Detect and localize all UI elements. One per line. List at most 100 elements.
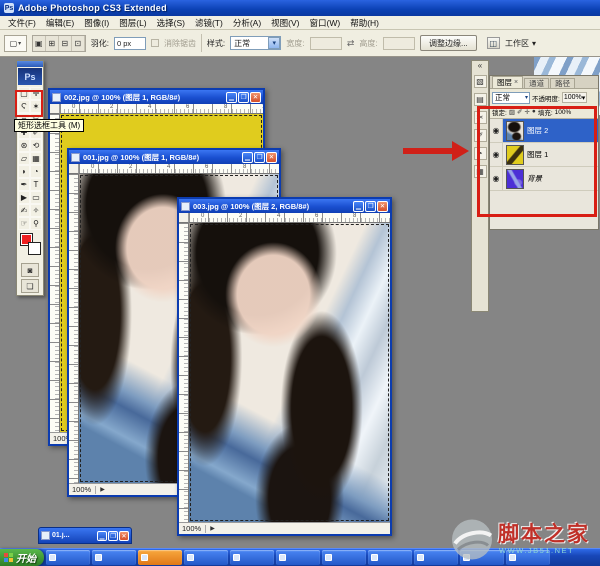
feather-input[interactable]: 0 px	[114, 37, 146, 50]
task-button[interactable]	[46, 550, 90, 565]
antialias-checkbox[interactable]	[151, 39, 159, 47]
task-button[interactable]	[276, 550, 320, 565]
selection-mode-button[interactable]: ⊞	[46, 36, 59, 51]
tool-button[interactable]: T	[30, 178, 42, 191]
refine-edge-button[interactable]: 调整边缘...	[420, 35, 477, 51]
tool-button[interactable]: ▱	[18, 152, 30, 165]
tool-icon: ▭	[32, 193, 40, 202]
minimize-icon[interactable]: ▁	[226, 92, 237, 103]
zoom-level[interactable]: 100%	[72, 485, 91, 494]
tool-button[interactable]: ⟲	[30, 139, 42, 152]
task-button[interactable]	[92, 550, 136, 565]
document-titlebar[interactable]: 001.jpg @ 100% (图层 1, RGB/8#) ▁ ❐ ✕	[69, 150, 279, 164]
menu-item[interactable]: 图像(I)	[79, 17, 114, 29]
close-icon[interactable]: ✕	[266, 152, 277, 163]
close-icon[interactable]: ✕	[250, 92, 261, 103]
photo-image[interactable]	[189, 223, 390, 522]
quick-mask-button[interactable]: ◙	[21, 263, 39, 277]
tool-button[interactable]: ⊛	[18, 139, 30, 152]
document-icon	[71, 153, 80, 162]
style-select[interactable]: 正常 ▾	[230, 36, 281, 50]
tool-button[interactable]: ⚲	[30, 217, 42, 230]
document-title: 003.jpg @ 100% (图层 2, RGB/8#)	[193, 201, 350, 212]
restore-icon[interactable]: ❐	[238, 92, 249, 103]
task-button[interactable]	[322, 550, 366, 565]
restore-icon[interactable]: ❐	[254, 152, 265, 163]
close-icon[interactable]: ✕	[377, 201, 388, 212]
restore-icon[interactable]: ❐	[365, 201, 376, 212]
menu-item[interactable]: 分析(A)	[228, 17, 266, 29]
task-button[interactable]	[230, 550, 274, 565]
task-button[interactable]	[184, 550, 228, 565]
minimize-icon[interactable]: ▁	[353, 201, 364, 212]
background-color-swatch[interactable]	[28, 242, 41, 255]
document-titlebar[interactable]: 003.jpg @ 100% (图层 2, RGB/8#) ▁ ❐ ✕	[179, 199, 390, 213]
status-menu-icon[interactable]: ▶	[210, 525, 215, 532]
selection-mode-icon: ▣	[35, 39, 43, 48]
blend-mode-select[interactable]: 正常 ▾	[492, 92, 530, 104]
menu-item[interactable]: 图层(L)	[114, 17, 151, 29]
horizontal-ruler: 0246810	[69, 164, 279, 174]
tool-icon: ▱	[21, 154, 27, 163]
chevron-down-icon[interactable]: ▾	[268, 37, 280, 49]
canvas[interactable]	[189, 223, 390, 522]
minimized-document[interactable]: 01.j... ▁ ❐ ✕	[38, 527, 132, 544]
menu-item[interactable]: 窗口(W)	[305, 17, 346, 29]
task-button[interactable]	[138, 550, 182, 565]
task-icon	[95, 554, 102, 561]
minimize-icon[interactable]: ▁	[242, 152, 253, 163]
collapse-dock-icon[interactable]: «	[478, 62, 482, 70]
document-titlebar[interactable]: 002.jpg @ 100% (图层 1, RGB/8#) ▁ ❐ ✕	[50, 90, 263, 104]
task-icon	[325, 554, 332, 561]
tool-button[interactable]: ▶	[18, 191, 30, 204]
tab-paths[interactable]: 路径	[550, 78, 575, 88]
menu-item[interactable]: 文件(F)	[3, 17, 41, 29]
screen-mode-button[interactable]: ❏	[21, 279, 39, 293]
tool-button[interactable]: ✧	[30, 204, 42, 217]
opacity-input[interactable]: 100% ▾	[562, 92, 587, 103]
start-button[interactable]: 开始	[0, 549, 44, 566]
tool-button[interactable]: ▭	[30, 191, 42, 204]
zoom-level[interactable]: 100%	[182, 524, 201, 533]
selection-mode-button[interactable]: ⊟	[59, 36, 72, 51]
tab-label: 路径	[555, 78, 570, 89]
menu-item[interactable]: 视图(V)	[266, 17, 304, 29]
app-titlebar[interactable]: Ps Adobe Photoshop CS3 Extended	[0, 0, 600, 16]
tool-button[interactable]: ◔	[30, 165, 42, 178]
task-icon	[371, 554, 378, 561]
tool-icon: ⟲	[33, 141, 40, 150]
dock-panel-icon[interactable]: ▤	[474, 93, 487, 106]
tab-layers[interactable]: 图层 ×	[492, 76, 523, 88]
tool-preset-picker[interactable]: ▢ ▾	[4, 35, 27, 52]
tool-icon: ✧	[33, 206, 40, 215]
menu-item[interactable]: 编辑(E)	[41, 17, 79, 29]
selection-mode-button[interactable]: ⊡	[72, 36, 85, 51]
bridge-icon[interactable]: ◫	[487, 37, 500, 49]
minimize-icon[interactable]: ▁	[97, 531, 107, 541]
swap-dimensions-icon[interactable]: ⇄	[347, 38, 355, 49]
tool-button[interactable]: ▦	[30, 152, 42, 165]
dock-panel-icon[interactable]: ▧	[474, 75, 487, 88]
tab-channels[interactable]: 通道	[524, 78, 549, 88]
tool-icon: T	[34, 180, 39, 189]
tool-button[interactable]: ☞	[18, 217, 30, 230]
status-menu-icon[interactable]: ▶	[100, 486, 105, 493]
task-button[interactable]	[368, 550, 412, 565]
tool-tooltip: 矩形选框工具 (M)	[14, 119, 84, 132]
width-input	[310, 37, 342, 50]
tool-button[interactable]: ◗	[18, 165, 30, 178]
tool-button[interactable]: ✍	[18, 204, 30, 217]
workspace-dropdown[interactable]: 工作区 ▾	[505, 38, 536, 49]
workspace-label: 工作区	[505, 38, 529, 49]
menu-item[interactable]: 帮助(H)	[345, 17, 384, 29]
menu-item[interactable]: 滤镜(T)	[190, 17, 228, 29]
selection-mode-button[interactable]: ▣	[33, 36, 46, 51]
tab-close-icon[interactable]: ×	[514, 79, 518, 86]
restore-icon[interactable]: ❐	[108, 531, 118, 541]
toolbox-grip[interactable]	[17, 61, 43, 67]
horizontal-ruler: 0246810	[179, 213, 390, 223]
menu-item[interactable]: 选择(S)	[152, 17, 190, 29]
tool-button[interactable]: ✒	[18, 178, 30, 191]
close-icon[interactable]: ✕	[119, 531, 129, 541]
antialias-label: 消除锯齿	[164, 38, 196, 49]
